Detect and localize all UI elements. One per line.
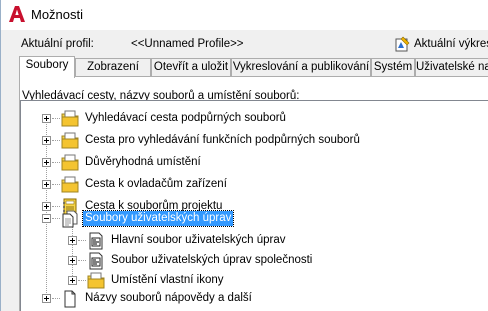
folder-icon xyxy=(61,110,79,127)
cui-file-icon xyxy=(89,232,103,250)
tree-item-enterprise-customization-file[interactable]: Soubor uživatelských úprav společnosti xyxy=(21,251,481,271)
current-profile-label: Aktuální profil: xyxy=(21,38,94,50)
tree-item-support-search-path[interactable]: Vyhledávací cesta podpůrných souborů xyxy=(21,109,481,129)
tree-item-label: Cesta k ovladačům zařízení xyxy=(85,178,227,190)
tree-item-trusted-locations[interactable]: Důvěryhodná umístění xyxy=(21,153,481,173)
current-drawing-label: Aktuální výkres xyxy=(414,38,488,50)
expand-plus-icon[interactable] xyxy=(42,294,51,303)
tab-open-save[interactable]: Otevřít a uložit xyxy=(151,58,231,77)
expand-plus-icon[interactable] xyxy=(42,180,51,189)
folder-icon xyxy=(61,176,79,193)
drawing-icon xyxy=(395,36,410,52)
window-title: Možnosti xyxy=(31,7,84,22)
tab-system[interactable]: Systém xyxy=(371,58,415,77)
profile-row: Aktuální profil: <<Unnamed Profile>> Akt… xyxy=(1,30,488,56)
expand-plus-icon[interactable] xyxy=(42,114,51,123)
title-bar: Možnosti xyxy=(1,0,488,30)
folder-icon xyxy=(61,132,79,149)
expand-plus-icon[interactable] xyxy=(68,256,77,265)
tab-label: Vykreslování a publikování xyxy=(232,61,370,73)
expand-plus-icon[interactable] xyxy=(68,236,77,245)
folder-icon xyxy=(61,154,79,171)
options-dialog: Možnosti Aktuální profil: <<Unnamed Prof… xyxy=(0,0,488,311)
tree-item-help-filenames[interactable]: Názvy souborů nápovědy a další xyxy=(21,289,481,309)
tree-item-customization-files-row[interactable]: Soubory uživatelských úprav xyxy=(21,209,481,229)
tree-item-label: Umístění vlastní ikony xyxy=(111,274,224,286)
tab-plot-publish[interactable]: Vykreslování a publikování xyxy=(231,58,371,77)
tree-item-label: Vyhledávací cesta podpůrných souborů xyxy=(85,112,286,124)
tab-label: Uživatelské nast xyxy=(416,61,488,73)
tree-item-label: Soubor uživatelských úprav společnosti xyxy=(111,254,313,266)
tree-item-label: Hlavní soubor uživatelských úprav xyxy=(111,234,286,246)
tab-display[interactable]: Zobrazení xyxy=(75,58,151,77)
tree-item-label: Soubory uživatelských úprav xyxy=(81,210,235,227)
document-icon xyxy=(64,290,76,308)
documents-icon xyxy=(62,210,78,228)
tab-label: Systém xyxy=(373,61,413,73)
file-paths-tree[interactable]: Vyhledávací cesta podpůrných souborů Ces… xyxy=(20,100,488,311)
tab-files[interactable]: Soubory xyxy=(19,56,75,78)
current-profile-value: <<Unnamed Profile>> xyxy=(131,38,244,50)
tree-item-custom-icon-location[interactable]: Umístění vlastní ikony xyxy=(21,271,481,291)
expand-plus-icon[interactable] xyxy=(42,136,51,145)
tree-item-label: Cesta pro vyhledávání funkčních podpůrný… xyxy=(85,134,360,146)
folder-icon xyxy=(87,272,105,289)
expand-plus-icon[interactable] xyxy=(68,276,77,285)
tree-item-device-driver-path[interactable]: Cesta k ovladačům zařízení xyxy=(21,175,481,195)
tab-strip: Soubory Zobrazení Otevřít a uložit Vykre… xyxy=(19,56,488,78)
tab-user-preferences[interactable]: Uživatelské nast xyxy=(415,58,488,77)
tree-item-label: Důvěryhodná umístění xyxy=(85,156,201,168)
tree-item-working-support-path[interactable]: Cesta pro vyhledávání funkčních podpůrný… xyxy=(21,131,481,151)
collapse-minus-icon[interactable] xyxy=(42,214,51,223)
tab-label: Otevřít a uložit xyxy=(153,61,229,73)
tree-item-main-customization-file[interactable]: Hlavní soubor uživatelských úprav xyxy=(21,231,481,251)
autocad-logo-icon xyxy=(9,6,25,22)
tab-label: Zobrazení xyxy=(87,61,139,73)
expand-plus-icon[interactable] xyxy=(42,158,51,167)
tree-item-label: Názvy souborů nápovědy a další xyxy=(85,292,252,304)
tab-label: Soubory xyxy=(25,59,69,71)
cui-file-icon xyxy=(89,252,103,270)
